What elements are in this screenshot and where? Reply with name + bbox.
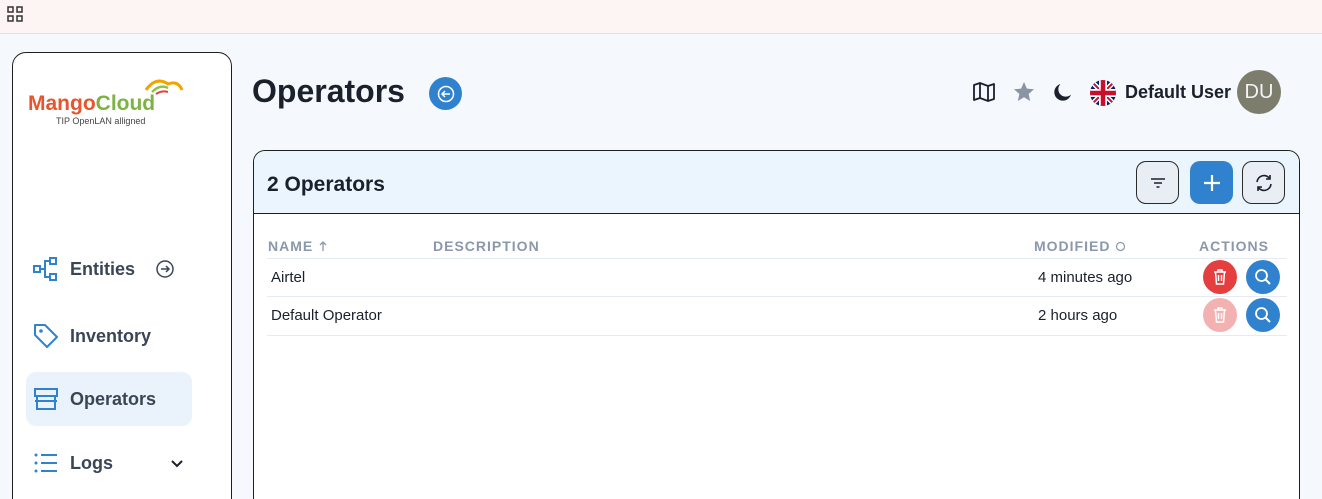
operator-name[interactable]: Default Operator: [271, 307, 382, 324]
card-header: 2 Operators: [254, 151, 1299, 214]
delete-button[interactable]: [1203, 260, 1237, 294]
store-icon: [34, 388, 58, 410]
top-bar: [0, 0, 1322, 34]
logo-name-mango: MangoCloud: [28, 92, 155, 115]
operator-modified: 2 hours ago: [1038, 307, 1118, 324]
back-button[interactable]: [429, 77, 462, 110]
filter-button[interactable]: [1136, 161, 1179, 204]
column-header-description[interactable]: DESCRIPTION: [433, 238, 540, 254]
sidebar-item-label: Logs: [70, 452, 113, 473]
page-title: Operators: [252, 73, 405, 109]
sort-neutral-icon: [1116, 241, 1126, 251]
star-icon[interactable]: [1012, 80, 1036, 104]
entities-icon: [33, 257, 57, 281]
arrow-circle-right-icon[interactable]: [155, 259, 175, 279]
logo-tagline: TIP OpenLAN alligned: [56, 116, 145, 126]
sort-up-icon: [319, 241, 327, 251]
list-icon: [34, 453, 57, 473]
arrow-circle-left-icon: [437, 85, 454, 102]
uk-flag-icon[interactable]: [1090, 80, 1116, 106]
row-divider: [267, 335, 1287, 336]
column-header-actions: ACTIONS: [1199, 238, 1269, 254]
operator-name[interactable]: Airtel: [271, 269, 305, 286]
user-name[interactable]: Default User: [1125, 82, 1231, 103]
map-icon[interactable]: [972, 80, 996, 104]
moon-icon[interactable]: [1051, 80, 1075, 104]
sidebar-item-label: Inventory: [70, 325, 152, 346]
operators-card: 2 Operators NAME DESCRIPTION MODIFIED AC…: [253, 150, 1300, 499]
plus-icon: [1203, 174, 1220, 191]
trash-icon: [1214, 269, 1226, 285]
mangocloud-logo[interactable]: MangoCloud TIP OpenLAN alligned: [28, 76, 193, 128]
app-grid-icon[interactable]: [7, 6, 23, 22]
view-button[interactable]: [1246, 298, 1280, 332]
row-divider: [267, 258, 1287, 259]
trash-icon: [1214, 307, 1226, 323]
sidebar-item-inventory[interactable]: Inventory: [26, 309, 192, 363]
row-divider: [267, 296, 1287, 297]
search-icon: [1255, 307, 1271, 323]
column-header-name[interactable]: NAME: [268, 238, 328, 254]
avatar[interactable]: DU: [1237, 70, 1281, 114]
sidebar-item-label: Operators: [70, 388, 157, 409]
tag-icon: [34, 324, 58, 348]
card-title: 2 Operators: [267, 173, 385, 196]
refresh-button[interactable]: [1242, 161, 1285, 204]
sidebar-item-logs[interactable]: Logs: [26, 436, 192, 490]
add-operator-button[interactable]: [1190, 161, 1233, 204]
operator-modified: 4 minutes ago: [1038, 269, 1133, 286]
filter-icon: [1150, 177, 1165, 188]
sidebar-item-operators[interactable]: Operators: [26, 372, 192, 426]
search-icon: [1255, 269, 1271, 285]
sidebar-item-label: Entities: [70, 258, 136, 279]
view-button[interactable]: [1246, 260, 1280, 294]
chevron-down-icon[interactable]: [167, 453, 187, 473]
sidebar-item-entities[interactable]: Entities: [26, 242, 192, 296]
column-header-modified[interactable]: MODIFIED: [1034, 238, 1126, 254]
delete-button-disabled: [1203, 298, 1237, 332]
refresh-icon: [1255, 174, 1272, 191]
